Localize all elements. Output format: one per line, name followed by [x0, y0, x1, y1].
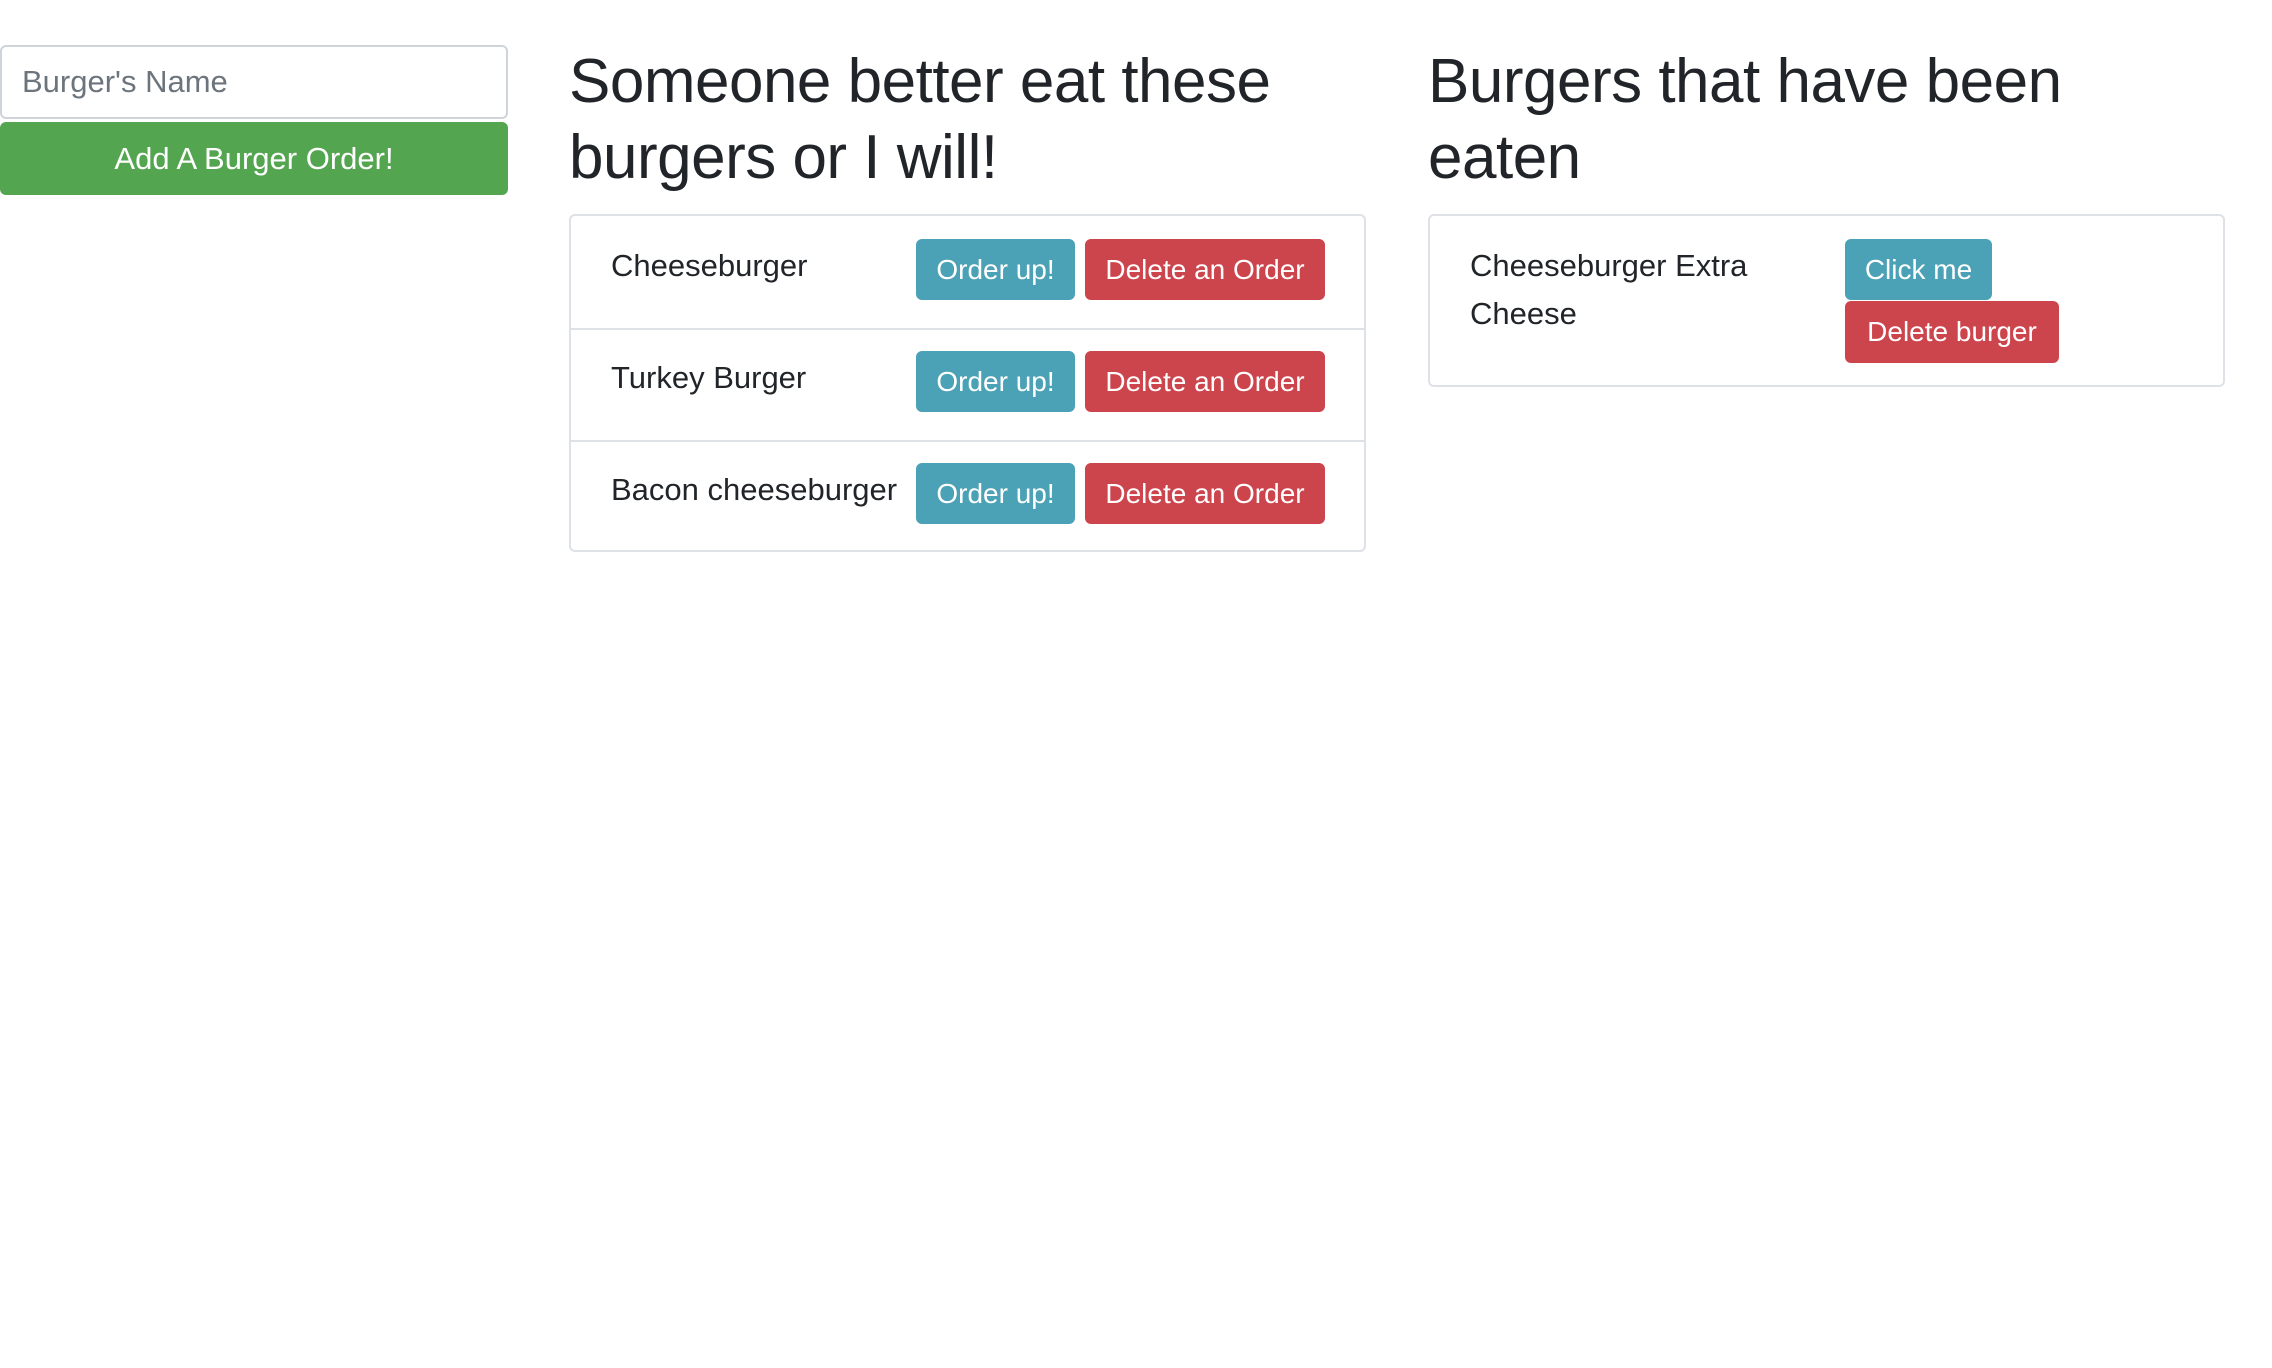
uneaten-heading: Someone better eat these burgers or I wi… [569, 47, 1271, 192]
burger-name: Bacon cheeseburger [611, 472, 898, 507]
order-up-button[interactable]: Order up! [916, 239, 1075, 300]
add-burger-button[interactable]: Add A Burger Order! [0, 122, 508, 195]
delete-order-button[interactable]: Delete an Order [1085, 463, 1325, 524]
click-me-button[interactable]: Click me [1845, 239, 1992, 300]
burger-name: Turkey Burger [611, 360, 807, 395]
delete-burger-button[interactable]: Delete burger [1845, 301, 2059, 363]
uneaten-list: Cheeseburger Order up! Delete an Order T… [569, 214, 1366, 552]
eaten-heading: Burgers that have been eaten [1428, 47, 2062, 192]
list-item: Turkey Burger Order up! Delete an Order [571, 328, 1364, 442]
delete-order-button[interactable]: Delete an Order [1085, 239, 1325, 300]
order-up-button[interactable]: Order up! [916, 351, 1075, 412]
burger-name-input[interactable] [0, 45, 508, 119]
delete-order-button[interactable]: Delete an Order [1085, 351, 1325, 412]
burger-name: Cheeseburger [611, 248, 808, 283]
list-item: Cheeseburger Extra Cheese Click me Delet… [1430, 216, 2223, 385]
list-item: Bacon cheeseburger Order up! Delete an O… [571, 440, 1364, 554]
burger-name: Cheeseburger Extra Cheese [1470, 248, 1748, 331]
eaten-list: Cheeseburger Extra Cheese Click me Delet… [1428, 214, 2225, 387]
order-up-button[interactable]: Order up! [916, 463, 1075, 524]
list-item: Cheeseburger Order up! Delete an Order [571, 216, 1364, 328]
